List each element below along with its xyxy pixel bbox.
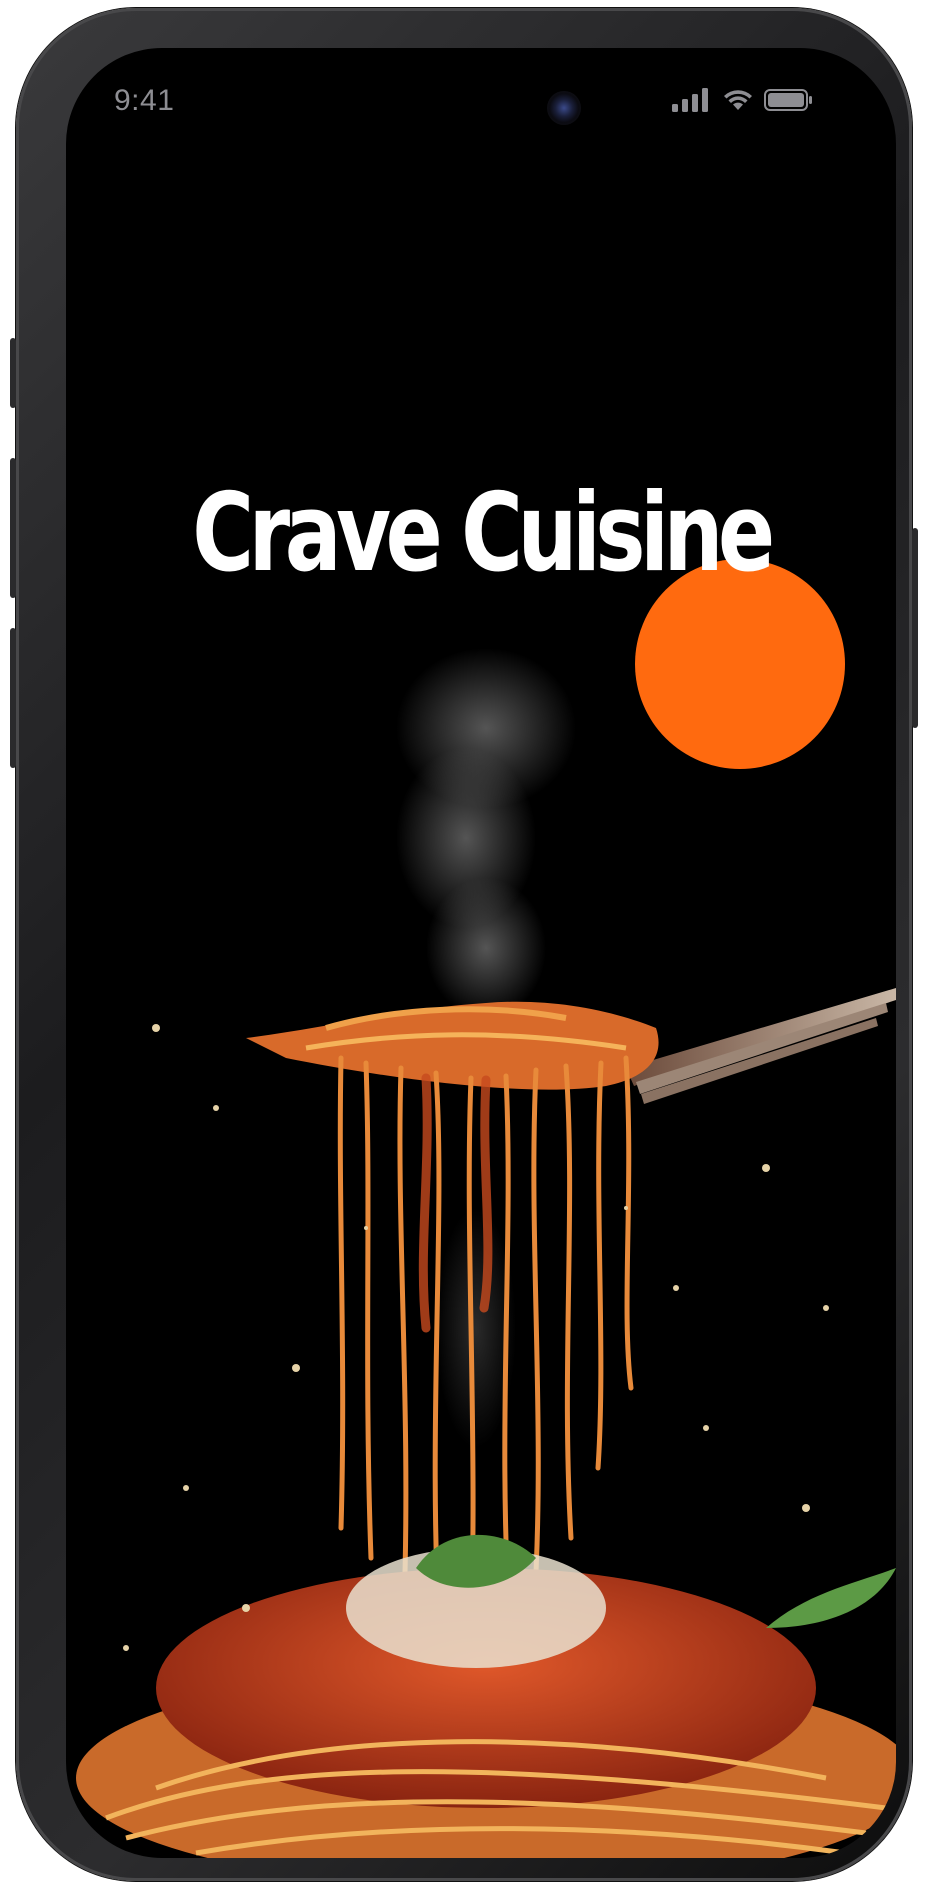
wifi-icon: [724, 90, 752, 110]
phone-frame: 9:41 Crave Cuisine: [10, 8, 918, 1881]
cellular-signal-icon: [672, 88, 708, 112]
volume-down-button: [10, 628, 16, 768]
status-icons: [672, 88, 814, 112]
app-title: Crave Cuisine: [192, 471, 775, 596]
app-screen: 9:41 Crave Cuisine: [66, 48, 896, 1858]
action-button: [10, 338, 16, 408]
status-time: 9:41: [114, 84, 175, 117]
battery-icon: [764, 89, 812, 111]
volume-up-button: [10, 458, 16, 598]
spaghetti-fork-image: [76, 648, 896, 1858]
power-button: [912, 528, 918, 728]
front-camera: [547, 91, 581, 125]
